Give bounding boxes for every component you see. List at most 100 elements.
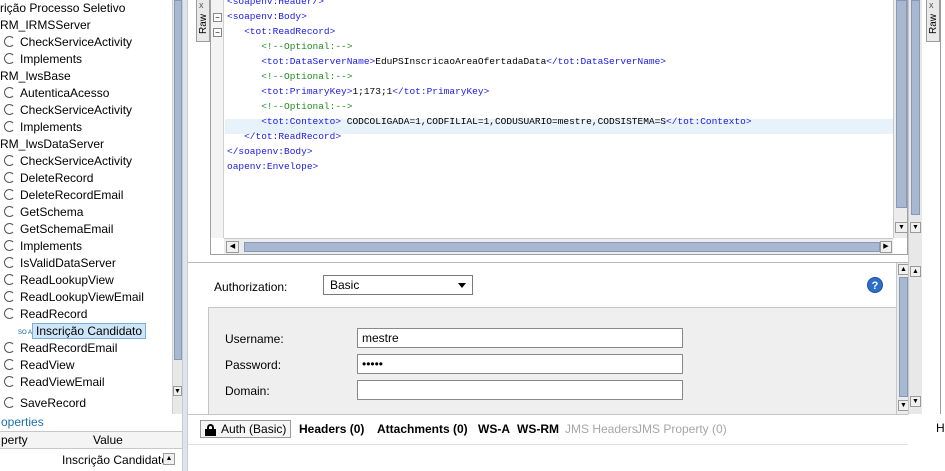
- tree-item-label: CheckServiceActivity: [20, 103, 133, 117]
- fold-minus-icon[interactable]: −: [213, 28, 222, 37]
- lock-icon: [205, 424, 216, 436]
- tab-jms-headers[interactable]: JMS Headers: [565, 422, 638, 436]
- tree-item-operation[interactable]: CheckServiceActivity: [4, 34, 132, 51]
- code-line: <!--Optional:-->: [227, 69, 352, 84]
- editor-vertical-thumb[interactable]: [896, 0, 907, 208]
- password-field[interactable]: •••••: [357, 354, 683, 374]
- xml-text: [227, 116, 261, 127]
- property-value[interactable]: Inscrição Candidato: [62, 453, 168, 467]
- authorization-label: Authorization:: [214, 280, 288, 294]
- operation-icon: [4, 376, 15, 387]
- tab-ws-a[interactable]: WS-A: [478, 422, 510, 436]
- tree-item-operation[interactable]: IsValidDataServer: [4, 255, 116, 272]
- operation-icon: [4, 206, 15, 217]
- tree-item-operation[interactable]: DeleteRecord: [4, 170, 93, 187]
- username-field[interactable]: mestre: [357, 328, 683, 348]
- tree-item-label: RM_IwsBase: [0, 69, 71, 83]
- operation-icon: [4, 104, 15, 115]
- tree-item-operation[interactable]: GetSchemaEmail: [4, 221, 113, 238]
- tree-item-operation[interactable]: CheckServiceActivity: [4, 153, 132, 170]
- value-column-header[interactable]: Value: [93, 432, 123, 449]
- help-icon[interactable]: ?: [867, 277, 883, 293]
- soap-request-icon: SO AP: [18, 330, 37, 336]
- soapui-window: rição Processo Seletivo RM_IRMSServer Ch…: [0, 0, 945, 471]
- editor-horizontal-scrollbar[interactable]: ◀ ▶: [224, 238, 893, 254]
- tree-item-operation[interactable]: CheckServiceActivity: [4, 102, 132, 119]
- response-scrollbar-thumb[interactable]: [911, 0, 920, 215]
- scroll-down-arrow-icon[interactable]: ▼: [910, 396, 921, 407]
- editor-horizontal-thumb[interactable]: [244, 242, 880, 252]
- tree-item-interface[interactable]: RM_IwsBase: [0, 68, 71, 85]
- tree-item-label: ReadLookupView: [20, 273, 114, 287]
- authorization-type-select[interactable]: Basic: [323, 275, 473, 295]
- tree-item-interface[interactable]: RM_IwsDataServer: [0, 136, 104, 153]
- xml-text: [227, 86, 261, 97]
- tree-scrollbar[interactable]: ▼: [172, 0, 182, 414]
- domain-field[interactable]: [357, 380, 683, 400]
- tree-item-operation[interactable]: Implements: [4, 51, 82, 68]
- properties-row[interactable]: Inscrição Candidato ▲: [0, 449, 182, 471]
- auth-scrollbar-thumb[interactable]: [899, 277, 908, 397]
- status-strip: [188, 444, 908, 471]
- xml-text: [227, 26, 244, 37]
- xml-request-editor[interactable]: − − <soapenv:Header/> <soapenv:Body> <tot…: [210, 0, 908, 255]
- scroll-up-arrow-icon[interactable]: ▲: [910, 266, 921, 277]
- tab-attachments[interactable]: Attachments (0): [377, 422, 468, 436]
- operation-icon: [4, 223, 15, 234]
- fold-minus-icon[interactable]: −: [213, 13, 222, 22]
- response-raw-tab[interactable]: x Raw: [926, 0, 940, 42]
- tree-item-operation[interactable]: ReadLookupViewEmail: [4, 289, 144, 306]
- operation-icon: [4, 397, 15, 408]
- tree-item-operation[interactable]: ReadRecordEmail: [4, 340, 117, 357]
- tree-item-request-selected[interactable]: SO APInscrição Candidato: [18, 323, 147, 340]
- tab-headers[interactable]: Headers (0): [299, 422, 364, 436]
- xml-text: EduPSInscricaoAreaOfertadaData: [375, 56, 547, 67]
- scroll-up-arrow-icon[interactable]: ▲: [163, 453, 175, 465]
- raw-tab-label: Raw: [198, 14, 209, 35]
- xml-text: [227, 56, 261, 67]
- scroll-left-arrow-icon[interactable]: ◀: [226, 241, 239, 253]
- username-label: Username:: [225, 332, 284, 346]
- tree-item-interface[interactable]: rição Processo Seletivo: [0, 0, 125, 17]
- tab-jms-property[interactable]: JMS Property (0): [636, 422, 727, 436]
- xml-tag: <tot:Contexto>: [261, 116, 342, 127]
- tree-item-operation[interactable]: GetSchema: [4, 204, 83, 221]
- tree-item-operation[interactable]: ReadLookupView: [4, 272, 114, 289]
- tab-auth[interactable]: Auth (Basic): [200, 420, 292, 438]
- tree-item-operation[interactable]: Implements: [4, 238, 82, 255]
- code-line: <soapenv:Body>: [227, 9, 307, 24]
- authorization-panel: Authorization: Basic ? Username: mestre …: [188, 262, 910, 427]
- raw-tab[interactable]: x Raw: [196, 0, 210, 42]
- code-line: <soapenv:Header/>: [227, 0, 324, 9]
- tree-item-operation[interactable]: ReadView: [4, 357, 74, 374]
- response-scrollbar[interactable]: ▼ ▲ ▼: [908, 0, 922, 414]
- response-tab-partial[interactable]: H: [936, 421, 945, 435]
- xml-text: [227, 101, 261, 112]
- tree-item-operation[interactable]: DeleteRecordEmail: [4, 187, 123, 204]
- close-icon[interactable]: x: [199, 0, 204, 10]
- xml-comment: <!--Optional:-->: [261, 101, 353, 112]
- scroll-down-arrow-icon[interactable]: ▼: [173, 386, 182, 396]
- tree-item-operation[interactable]: ReadRecord: [4, 306, 87, 323]
- tree-item-operation[interactable]: SaveRecord: [4, 395, 86, 409]
- scroll-down-arrow-icon[interactable]: ▼: [895, 222, 907, 233]
- scroll-right-arrow-icon[interactable]: ▶: [880, 241, 892, 253]
- tree-item-operation[interactable]: ReadViewEmail: [4, 374, 105, 391]
- close-icon[interactable]: x: [929, 0, 934, 10]
- tree-item-label: Implements: [20, 120, 83, 134]
- tree-scrollbar-thumb[interactable]: [174, 0, 182, 360]
- scroll-down-arrow-icon[interactable]: ▼: [910, 222, 921, 233]
- tab-ws-rm[interactable]: WS-RM: [517, 422, 559, 436]
- property-column-header[interactable]: perty: [1, 432, 28, 449]
- domain-label: Domain:: [225, 384, 270, 398]
- code-line: oapenv:Envelope>: [227, 159, 318, 174]
- editor-vertical-scrollbar[interactable]: ▼: [893, 0, 907, 238]
- code-line: <tot:DataServerName>EduPSInscricaoAreaOf…: [227, 54, 666, 69]
- operation-icon: [4, 189, 15, 200]
- tree-item-operation[interactable]: Implements: [4, 119, 82, 136]
- tree-item-interface[interactable]: RM_IRMSServer: [0, 17, 91, 34]
- code-line: <tot:PrimaryKey>1;173;1</tot:PrimaryKey>: [227, 84, 489, 99]
- tree-item-label: ReadLookupViewEmail: [20, 290, 144, 304]
- credentials-box: Username: mestre Password: ••••• Domain:: [208, 307, 898, 427]
- tree-item-operation[interactable]: AutenticaAcesso: [4, 85, 109, 102]
